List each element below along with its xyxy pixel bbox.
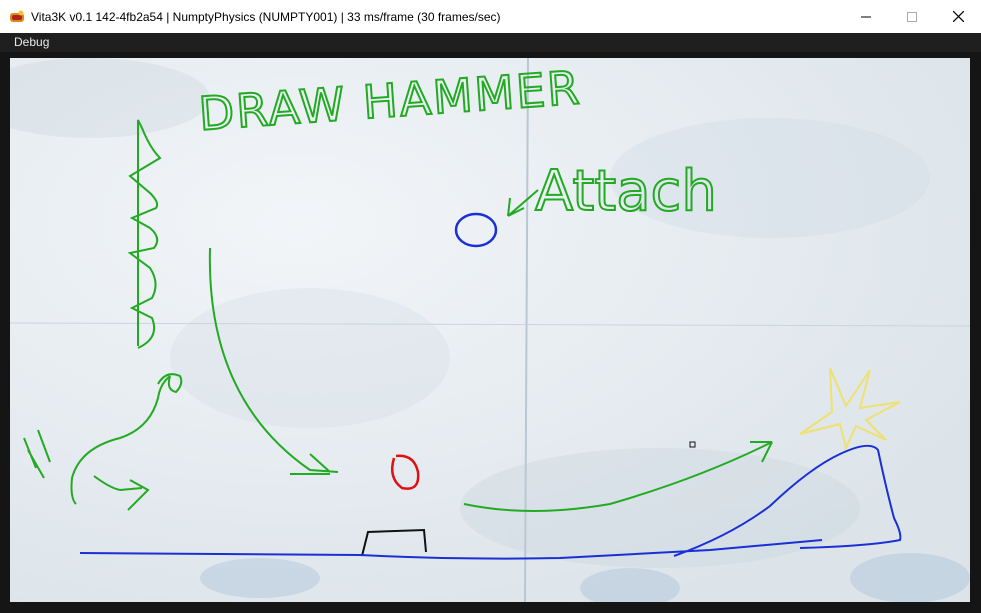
minimize-button[interactable] — [843, 0, 889, 33]
minimize-icon — [861, 16, 871, 17]
vita3k-icon — [10, 10, 24, 22]
menu-item-debug[interactable]: Debug — [14, 35, 49, 49]
window-title: Vita3K v0.1 142-4fb2a54 | NumptyPhysics … — [31, 9, 501, 24]
window-controls — [843, 0, 981, 33]
maximize-icon — [907, 11, 917, 22]
close-button[interactable] — [935, 0, 981, 33]
menu-bar: Debug — [0, 33, 981, 52]
window-titlebar: Vita3K v0.1 142-4fb2a54 | NumptyPhysics … — [0, 0, 981, 33]
game-canvas[interactable]: DRAW HAMMER Attach — [10, 58, 970, 602]
game-scene: DRAW HAMMER Attach — [10, 58, 970, 602]
close-icon — [952, 11, 964, 22]
hint-attach: Attach — [535, 159, 717, 224]
maximize-button[interactable] — [889, 0, 935, 33]
